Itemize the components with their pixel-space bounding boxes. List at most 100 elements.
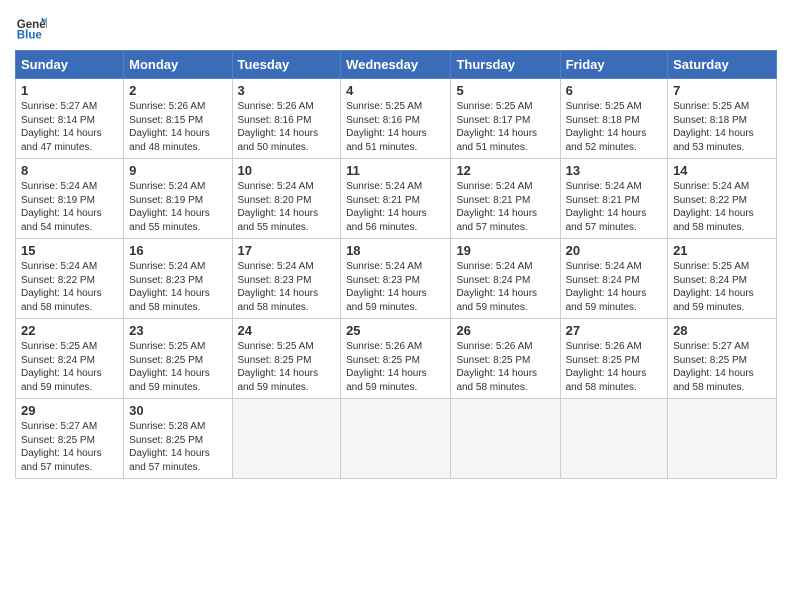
cell-info: Sunrise: 5:24 AMSunset: 8:23 PMDaylight:…: [346, 261, 427, 313]
calendar-cell: 20 Sunrise: 5:24 AMSunset: 8:24 PMDaylig…: [560, 239, 667, 319]
calendar-cell: 17 Sunrise: 5:24 AMSunset: 8:23 PMDaylig…: [232, 239, 341, 319]
calendar-cell: 4 Sunrise: 5:25 AMSunset: 8:16 PMDayligh…: [341, 79, 451, 159]
header: General Blue: [15, 10, 777, 42]
calendar-cell: 25 Sunrise: 5:26 AMSunset: 8:25 PMDaylig…: [341, 319, 451, 399]
calendar-cell: 2 Sunrise: 5:26 AMSunset: 8:15 PMDayligh…: [124, 79, 232, 159]
day-number: 21: [673, 243, 771, 258]
calendar-table: SundayMondayTuesdayWednesdayThursdayFrid…: [15, 50, 777, 479]
calendar-cell: 15 Sunrise: 5:24 AMSunset: 8:22 PMDaylig…: [16, 239, 124, 319]
cell-info: Sunrise: 5:24 AMSunset: 8:24 PMDaylight:…: [566, 261, 647, 313]
column-header-sunday: Sunday: [16, 51, 124, 79]
day-number: 16: [129, 243, 226, 258]
day-number: 2: [129, 83, 226, 98]
svg-text:Blue: Blue: [17, 29, 43, 41]
day-number: 7: [673, 83, 771, 98]
day-number: 4: [346, 83, 445, 98]
cell-info: Sunrise: 5:26 AMSunset: 8:25 PMDaylight:…: [566, 341, 647, 393]
calendar-cell: 27 Sunrise: 5:26 AMSunset: 8:25 PMDaylig…: [560, 319, 667, 399]
cell-info: Sunrise: 5:25 AMSunset: 8:18 PMDaylight:…: [566, 101, 647, 153]
cell-info: Sunrise: 5:24 AMSunset: 8:21 PMDaylight:…: [346, 181, 427, 233]
day-number: 5: [456, 83, 554, 98]
cell-info: Sunrise: 5:24 AMSunset: 8:21 PMDaylight:…: [456, 181, 537, 233]
day-number: 8: [21, 163, 118, 178]
day-number: 10: [238, 163, 336, 178]
day-number: 24: [238, 323, 336, 338]
cell-info: Sunrise: 5:24 AMSunset: 8:19 PMDaylight:…: [21, 181, 102, 233]
day-number: 9: [129, 163, 226, 178]
calendar-cell: 26 Sunrise: 5:26 AMSunset: 8:25 PMDaylig…: [451, 319, 560, 399]
calendar-week-5: 29 Sunrise: 5:27 AMSunset: 8:25 PMDaylig…: [16, 399, 777, 479]
day-number: 23: [129, 323, 226, 338]
calendar-cell: 1 Sunrise: 5:27 AMSunset: 8:14 PMDayligh…: [16, 79, 124, 159]
calendar-week-3: 15 Sunrise: 5:24 AMSunset: 8:22 PMDaylig…: [16, 239, 777, 319]
logo: General Blue: [15, 10, 47, 42]
calendar-cell: 22 Sunrise: 5:25 AMSunset: 8:24 PMDaylig…: [16, 319, 124, 399]
cell-info: Sunrise: 5:24 AMSunset: 8:21 PMDaylight:…: [566, 181, 647, 233]
calendar-cell: 28 Sunrise: 5:27 AMSunset: 8:25 PMDaylig…: [668, 319, 777, 399]
calendar-cell: 18 Sunrise: 5:24 AMSunset: 8:23 PMDaylig…: [341, 239, 451, 319]
cell-info: Sunrise: 5:25 AMSunset: 8:16 PMDaylight:…: [346, 101, 427, 153]
cell-info: Sunrise: 5:25 AMSunset: 8:17 PMDaylight:…: [456, 101, 537, 153]
day-number: 1: [21, 83, 118, 98]
cell-info: Sunrise: 5:27 AMSunset: 8:25 PMDaylight:…: [673, 341, 754, 393]
calendar-cell: 23 Sunrise: 5:25 AMSunset: 8:25 PMDaylig…: [124, 319, 232, 399]
calendar-cell: 11 Sunrise: 5:24 AMSunset: 8:21 PMDaylig…: [341, 159, 451, 239]
day-number: 6: [566, 83, 662, 98]
calendar-cell: 13 Sunrise: 5:24 AMSunset: 8:21 PMDaylig…: [560, 159, 667, 239]
day-number: 12: [456, 163, 554, 178]
calendar-cell: 3 Sunrise: 5:26 AMSunset: 8:16 PMDayligh…: [232, 79, 341, 159]
calendar-cell: 7 Sunrise: 5:25 AMSunset: 8:18 PMDayligh…: [668, 79, 777, 159]
cell-info: Sunrise: 5:24 AMSunset: 8:23 PMDaylight:…: [129, 261, 210, 313]
cell-info: Sunrise: 5:26 AMSunset: 8:16 PMDaylight:…: [238, 101, 319, 153]
day-number: 30: [129, 403, 226, 418]
cell-info: Sunrise: 5:25 AMSunset: 8:25 PMDaylight:…: [238, 341, 319, 393]
day-number: 27: [566, 323, 662, 338]
day-number: 26: [456, 323, 554, 338]
day-number: 29: [21, 403, 118, 418]
calendar-cell: 9 Sunrise: 5:24 AMSunset: 8:19 PMDayligh…: [124, 159, 232, 239]
day-number: 3: [238, 83, 336, 98]
day-number: 15: [21, 243, 118, 258]
day-number: 17: [238, 243, 336, 258]
calendar-header-row: SundayMondayTuesdayWednesdayThursdayFrid…: [16, 51, 777, 79]
column-header-thursday: Thursday: [451, 51, 560, 79]
cell-info: Sunrise: 5:24 AMSunset: 8:20 PMDaylight:…: [238, 181, 319, 233]
calendar-cell: [668, 399, 777, 479]
cell-info: Sunrise: 5:24 AMSunset: 8:22 PMDaylight:…: [21, 261, 102, 313]
day-number: 11: [346, 163, 445, 178]
calendar-week-4: 22 Sunrise: 5:25 AMSunset: 8:24 PMDaylig…: [16, 319, 777, 399]
cell-info: Sunrise: 5:28 AMSunset: 8:25 PMDaylight:…: [129, 421, 210, 473]
logo-icon: General Blue: [15, 10, 47, 42]
column-header-friday: Friday: [560, 51, 667, 79]
day-number: 28: [673, 323, 771, 338]
cell-info: Sunrise: 5:25 AMSunset: 8:24 PMDaylight:…: [21, 341, 102, 393]
calendar-cell: 24 Sunrise: 5:25 AMSunset: 8:25 PMDaylig…: [232, 319, 341, 399]
cell-info: Sunrise: 5:26 AMSunset: 8:15 PMDaylight:…: [129, 101, 210, 153]
cell-info: Sunrise: 5:24 AMSunset: 8:23 PMDaylight:…: [238, 261, 319, 313]
cell-info: Sunrise: 5:25 AMSunset: 8:25 PMDaylight:…: [129, 341, 210, 393]
day-number: 14: [673, 163, 771, 178]
calendar-cell: [451, 399, 560, 479]
column-header-saturday: Saturday: [668, 51, 777, 79]
calendar-cell: 6 Sunrise: 5:25 AMSunset: 8:18 PMDayligh…: [560, 79, 667, 159]
cell-info: Sunrise: 5:27 AMSunset: 8:14 PMDaylight:…: [21, 101, 102, 153]
calendar-cell: 19 Sunrise: 5:24 AMSunset: 8:24 PMDaylig…: [451, 239, 560, 319]
column-header-monday: Monday: [124, 51, 232, 79]
calendar-cell: 14 Sunrise: 5:24 AMSunset: 8:22 PMDaylig…: [668, 159, 777, 239]
cell-info: Sunrise: 5:25 AMSunset: 8:18 PMDaylight:…: [673, 101, 754, 153]
calendar-cell: 30 Sunrise: 5:28 AMSunset: 8:25 PMDaylig…: [124, 399, 232, 479]
calendar-cell: [341, 399, 451, 479]
calendar-cell: 16 Sunrise: 5:24 AMSunset: 8:23 PMDaylig…: [124, 239, 232, 319]
calendar-week-2: 8 Sunrise: 5:24 AMSunset: 8:19 PMDayligh…: [16, 159, 777, 239]
calendar-week-1: 1 Sunrise: 5:27 AMSunset: 8:14 PMDayligh…: [16, 79, 777, 159]
cell-info: Sunrise: 5:24 AMSunset: 8:22 PMDaylight:…: [673, 181, 754, 233]
day-number: 25: [346, 323, 445, 338]
calendar-cell: 5 Sunrise: 5:25 AMSunset: 8:17 PMDayligh…: [451, 79, 560, 159]
calendar-cell: 21 Sunrise: 5:25 AMSunset: 8:24 PMDaylig…: [668, 239, 777, 319]
column-header-wednesday: Wednesday: [341, 51, 451, 79]
day-number: 19: [456, 243, 554, 258]
cell-info: Sunrise: 5:24 AMSunset: 8:24 PMDaylight:…: [456, 261, 537, 313]
day-number: 22: [21, 323, 118, 338]
calendar-cell: 8 Sunrise: 5:24 AMSunset: 8:19 PMDayligh…: [16, 159, 124, 239]
cell-info: Sunrise: 5:26 AMSunset: 8:25 PMDaylight:…: [346, 341, 427, 393]
